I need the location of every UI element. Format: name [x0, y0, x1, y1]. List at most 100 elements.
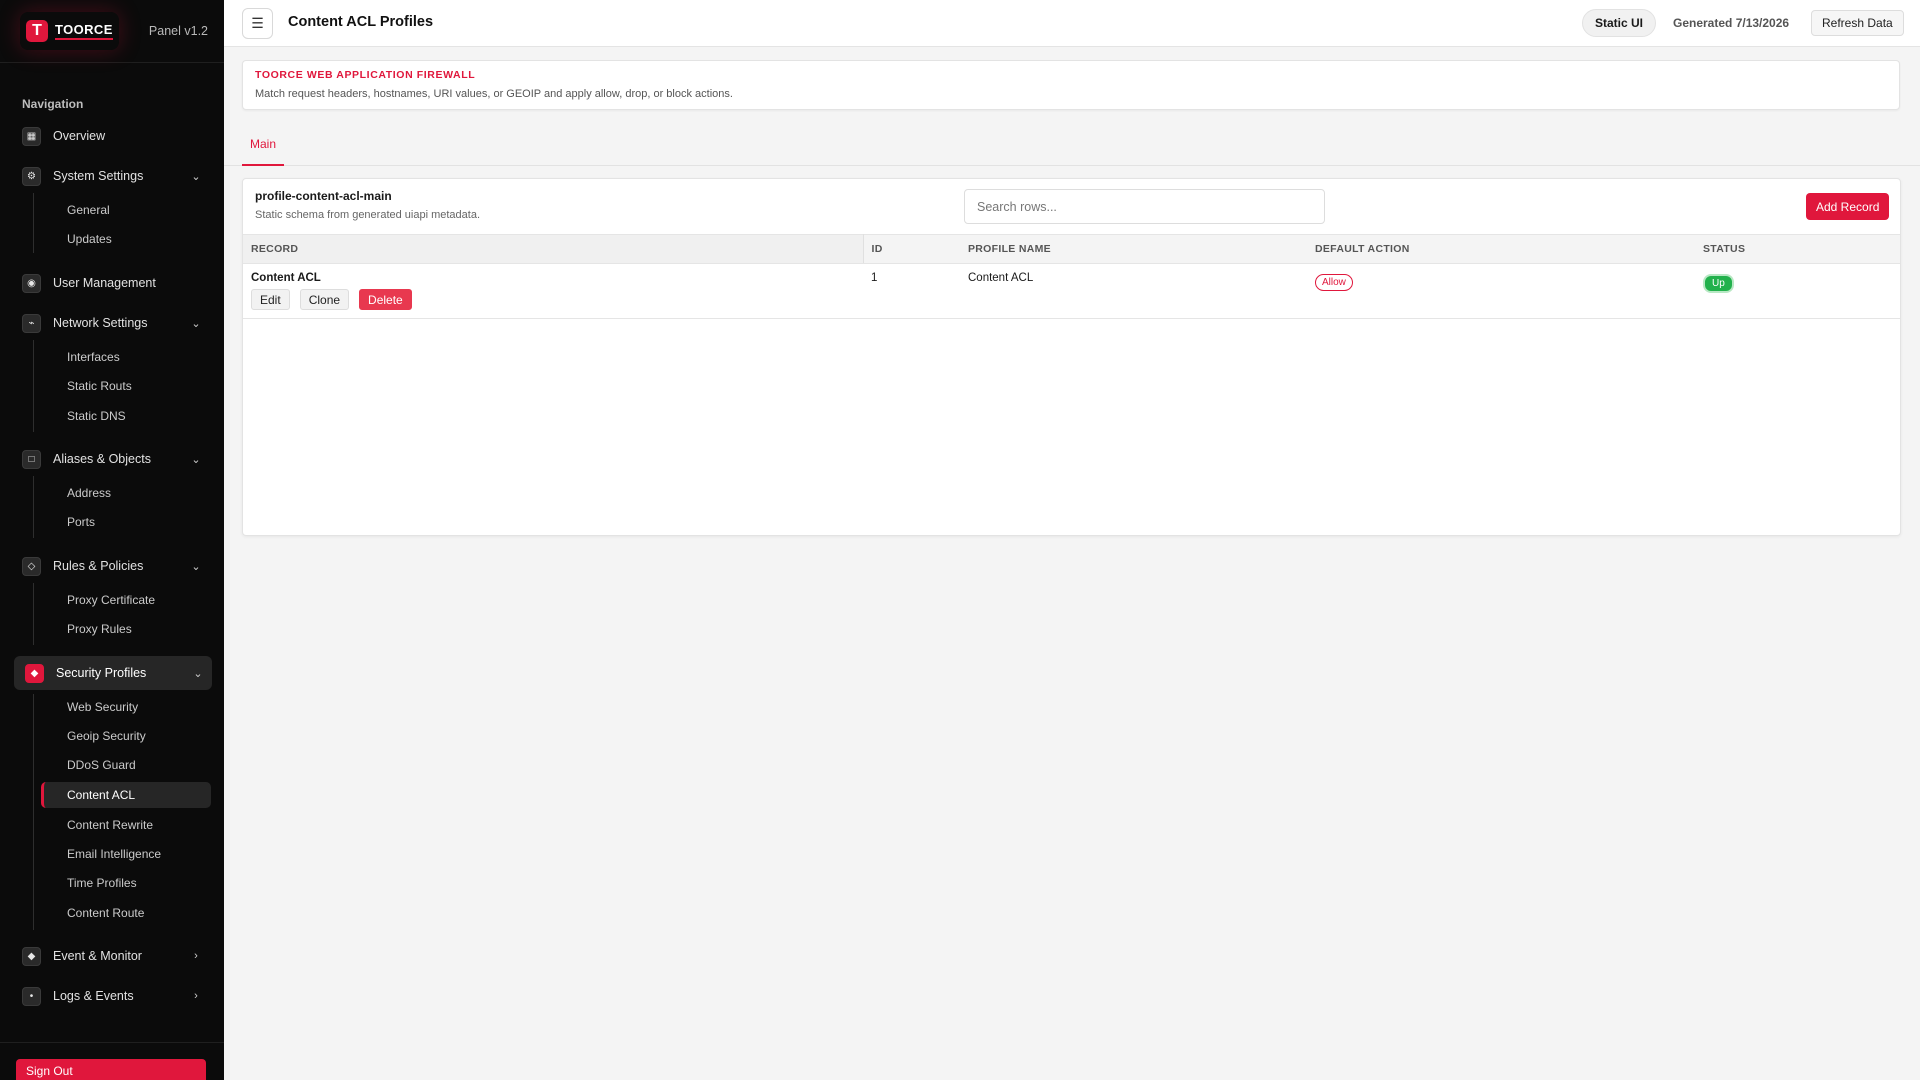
table-row: Content ACL Edit Clone Delete 1 Content … [243, 263, 1900, 319]
tab-main[interactable]: Main [242, 124, 285, 166]
diamond-icon: ◇ [22, 556, 41, 576]
sign-out-button[interactable]: Sign Out [16, 1059, 206, 1080]
cell-id: 1 [863, 263, 960, 319]
sidebar-item-label: Logs & Events [53, 989, 134, 1003]
sidebar-subitem-time-profiles[interactable]: Time Profiles [67, 873, 137, 893]
chevron-right-icon: › [194, 990, 198, 1002]
sidebar-subitem-static-dns[interactable]: Static DNS [67, 406, 126, 426]
sidebar-item-label: Overview [53, 129, 106, 143]
panel-version: Panel v1.2 [148, 24, 208, 38]
sidebar-item-rules-policies[interactable]: ◇ Rules & Policies ⌄ [22, 553, 202, 579]
record-name: Content ACL [251, 272, 321, 284]
toorce-logo-icon: T [26, 20, 48, 42]
submenu-line [33, 583, 34, 645]
nav-heading: Navigation [22, 97, 84, 111]
static-ui-badge: Static UI [1582, 9, 1657, 37]
refresh-data-button[interactable]: Refresh Data [1811, 10, 1904, 36]
sidebar-subitem-content-route[interactable]: Content Route [67, 903, 144, 923]
sidebar-item-label: Security Profiles [56, 666, 147, 680]
sidebar-item-event-monitor[interactable]: ◆ Event & Monitor › [22, 943, 202, 969]
status-badge: Up [1703, 274, 1734, 293]
cell-status: Up [1695, 263, 1900, 319]
sidebar-item-label: System Settings [53, 169, 144, 183]
sidebar-item-network-settings[interactable]: ⌁ Network Settings ⌄ [22, 310, 202, 336]
clone-button[interactable]: Clone [299, 289, 350, 310]
column-header-status[interactable]: STATUS [1695, 234, 1900, 264]
generated-date: Generated 7/13/2026 [1673, 16, 1790, 30]
sidebar-subitem-content-acl[interactable]: Content ACL [41, 782, 211, 808]
menu-toggle-button[interactable]: ☰ [242, 8, 273, 39]
sidebar: T TOORCE Panel v1.2 Navigation ▦ Overvie… [0, 0, 224, 1080]
brand-name: TOORCE [55, 22, 113, 40]
submenu-line [33, 340, 34, 432]
submenu-line [33, 694, 34, 930]
sidebar-footer: Sign Out [0, 1042, 224, 1080]
panel-subtitle: Static schema from generated uiapi metad… [255, 209, 481, 221]
chevron-down-icon: ⌄ [191, 560, 201, 573]
sidebar-subitem-interfaces[interactable]: Interfaces [67, 347, 120, 367]
shield-icon: ◆ [25, 663, 44, 683]
chevron-down-icon: ⌄ [191, 317, 201, 330]
sidebar-item-system-settings[interactable]: ⚙ System Settings ⌄ [22, 163, 202, 189]
sidebar-subitem-geoip-security[interactable]: Geoip Security [67, 726, 146, 746]
column-header-record[interactable]: RECORD [243, 234, 864, 264]
delete-button[interactable]: Delete [359, 289, 412, 310]
sidebar-subitem-web-security[interactable]: Web Security [67, 697, 138, 717]
sidebar-subitem-general[interactable]: General [67, 200, 110, 220]
sidebar-item-label: Rules & Policies [53, 559, 144, 573]
banner-description: Match request headers, hostnames, URI va… [255, 88, 733, 100]
user-icon: ◉ [22, 273, 41, 293]
records-table: RECORD ID PROFILE NAME DEFAULT ACTION ST… [243, 234, 1900, 319]
sidebar-item-aliases-objects[interactable]: □ Aliases & Objects ⌄ [22, 446, 202, 472]
submenu-line [33, 476, 34, 538]
tab-bar: Main [224, 124, 1920, 166]
sidebar-item-user-management[interactable]: ◉ User Management [22, 270, 202, 296]
edit-button[interactable]: Edit [251, 289, 290, 310]
sidebar-subitem-ddos-guard[interactable]: DDoS Guard [67, 755, 136, 775]
sidebar-subitem-email-intelligence[interactable]: Email Intelligence [67, 844, 161, 864]
cell-default-action: Allow [1307, 263, 1695, 319]
panel-title: profile-content-acl-main [255, 189, 392, 203]
sidebar-item-overview[interactable]: ▦ Overview [22, 123, 202, 149]
sidebar-item-logs-events[interactable]: • Logs & Events › [22, 983, 202, 1009]
topbar: ☰ Content ACL Profiles Static UI Generat… [224, 0, 1920, 47]
network-icon: ⌁ [22, 313, 41, 333]
column-header-profile-name[interactable]: PROFILE NAME [960, 234, 1307, 264]
sidebar-subitem-updates[interactable]: Updates [67, 229, 112, 249]
sidebar-subitem-static-routs[interactable]: Static Routs [67, 376, 132, 396]
grid-icon: ▦ [22, 126, 41, 146]
chevron-down-icon: ⌄ [191, 453, 201, 466]
chevron-down-icon: ⌄ [191, 170, 201, 183]
info-banner: TOORCE WEB APPLICATION FIREWALL Match re… [242, 60, 1900, 110]
dot-icon: • [22, 986, 41, 1006]
hamburger-icon: ☰ [251, 15, 264, 31]
search-input[interactable] [964, 189, 1325, 224]
sidebar-subitem-ports[interactable]: Ports [67, 512, 95, 532]
chevron-right-icon: › [194, 950, 198, 962]
column-header-default-action[interactable]: DEFAULT ACTION [1307, 234, 1695, 264]
cell-profile-name: Content ACL [960, 263, 1307, 319]
sidebar-item-label: Event & Monitor [53, 949, 142, 963]
add-record-button[interactable]: Add Record [1806, 193, 1890, 220]
brand-header: T TOORCE Panel v1.2 [0, 0, 224, 63]
sidebar-item-label: User Management [53, 276, 156, 290]
chevron-down-icon: ⌄ [193, 667, 203, 680]
table-header-row: RECORD ID PROFILE NAME DEFAULT ACTION ST… [243, 234, 1900, 264]
row-actions: Edit Clone Delete [251, 289, 863, 310]
cell-record: Content ACL Edit Clone Delete [243, 263, 863, 319]
column-header-id[interactable]: ID [863, 234, 960, 264]
box-icon: □ [22, 449, 41, 469]
sidebar-subitem-proxy-rules[interactable]: Proxy Rules [67, 619, 132, 639]
banner-title: TOORCE WEB APPLICATION FIREWALL [255, 69, 476, 81]
sidebar-subitem-address[interactable]: Address [67, 483, 111, 503]
records-panel: profile-content-acl-main Static schema f… [242, 178, 1901, 536]
default-action-badge: Allow [1315, 274, 1353, 291]
gear-icon: ⚙ [22, 166, 41, 186]
sidebar-item-security-profiles[interactable]: ◆ Security Profiles ⌄ [14, 656, 212, 690]
sidebar-subitem-proxy-certificate[interactable]: Proxy Certificate [67, 590, 155, 610]
submenu-line [33, 193, 34, 253]
sidebar-item-label: Network Settings [53, 316, 148, 330]
sidebar-subitem-content-rewrite[interactable]: Content Rewrite [67, 815, 153, 835]
monitor-icon: ◆ [22, 946, 41, 966]
brand-logo[interactable]: T TOORCE [20, 12, 119, 50]
